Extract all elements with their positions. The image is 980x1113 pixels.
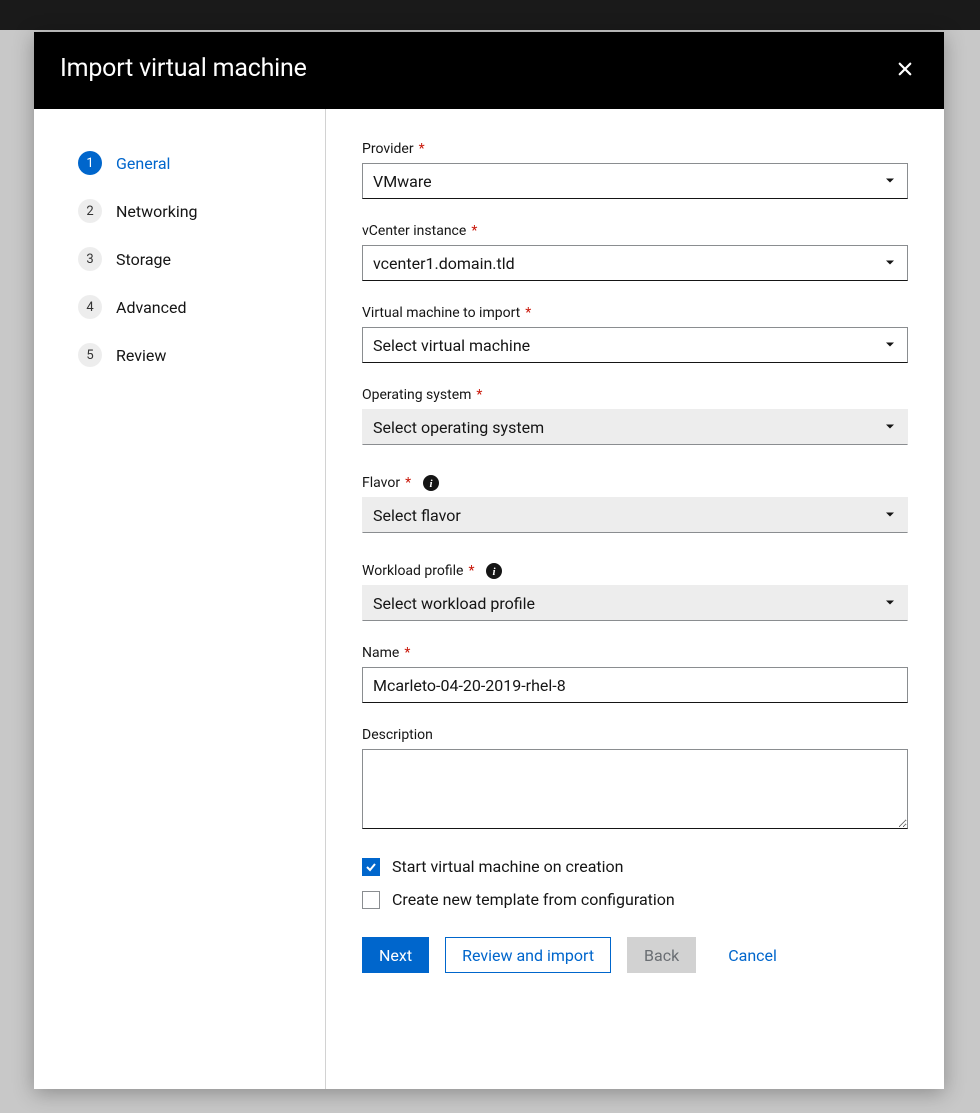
close-button[interactable] xyxy=(892,56,918,82)
field-name: Name * xyxy=(362,645,908,703)
wizard-footer: Next Review and import Back Cancel xyxy=(362,937,908,973)
label-text: Workload profile xyxy=(362,563,463,579)
step-number: 3 xyxy=(78,247,102,271)
label-text: Description xyxy=(362,727,433,743)
checkbox-create-template[interactable] xyxy=(362,891,380,909)
required-asterisk: * xyxy=(476,387,482,403)
checkbox-create-template-label: Create new template from configuration xyxy=(392,890,675,909)
field-vm: Virtual machine to import * Select virtu… xyxy=(362,305,908,363)
label-provider: Provider * xyxy=(362,141,908,157)
modal-title: Import virtual machine xyxy=(60,54,307,83)
cancel-button[interactable]: Cancel xyxy=(712,937,793,973)
modal-header: Import virtual machine xyxy=(34,32,944,109)
select-value: Select workload profile xyxy=(373,594,535,613)
wizard-sidebar: 1 General 2 Networking 3 Storage 4 Advan… xyxy=(34,109,326,1089)
label-text: Flavor xyxy=(362,475,400,491)
label-text: Operating system xyxy=(362,387,471,403)
step-general[interactable]: 1 General xyxy=(78,143,305,183)
check-icon xyxy=(365,861,377,873)
label-os: Operating system * xyxy=(362,387,908,403)
select-value: vcenter1.domain.tld xyxy=(373,254,515,273)
select-value: Select flavor xyxy=(373,506,461,525)
step-label: Networking xyxy=(116,202,198,221)
select-provider[interactable]: VMware xyxy=(362,163,908,199)
step-label: Storage xyxy=(116,250,171,269)
step-number: 2 xyxy=(78,199,102,223)
label-text: Provider xyxy=(362,141,414,157)
step-review[interactable]: 5 Review xyxy=(78,335,305,375)
step-label: Advanced xyxy=(116,298,187,317)
name-input[interactable] xyxy=(362,667,908,703)
next-button[interactable]: Next xyxy=(362,937,429,973)
checkbox-start-vm-row: Start virtual machine on creation xyxy=(362,857,908,876)
info-icon[interactable]: i xyxy=(486,563,502,579)
label-text: vCenter instance xyxy=(362,223,466,239)
step-networking[interactable]: 2 Networking xyxy=(78,191,305,231)
step-label: Review xyxy=(116,346,166,365)
step-number: 5 xyxy=(78,343,102,367)
checkbox-start-vm-label: Start virtual machine on creation xyxy=(392,857,623,876)
checkbox-create-template-row: Create new template from configuration xyxy=(362,890,908,909)
select-vm[interactable]: Select virtual machine xyxy=(362,327,908,363)
field-os: Operating system * Select operating syst… xyxy=(362,387,908,445)
step-number: 4 xyxy=(78,295,102,319)
field-vcenter: vCenter instance * vcenter1.domain.tld xyxy=(362,223,908,281)
checkbox-start-vm[interactable] xyxy=(362,858,380,876)
form-content: Provider * VMware vCenter instance * xyxy=(326,109,944,1089)
select-value: VMware xyxy=(373,172,432,191)
step-number: 1 xyxy=(78,151,102,175)
label-vcenter: vCenter instance * xyxy=(362,223,908,239)
label-name: Name * xyxy=(362,645,908,661)
back-button: Back xyxy=(627,937,696,973)
select-flavor[interactable]: Select flavor xyxy=(362,497,908,533)
required-asterisk: * xyxy=(419,141,425,157)
required-asterisk: * xyxy=(471,223,477,239)
field-flavor: Flavor * i Select flavor xyxy=(362,475,908,533)
label-text: Virtual machine to import xyxy=(362,305,520,321)
select-value: Select operating system xyxy=(373,418,544,437)
step-label: General xyxy=(116,154,170,173)
step-advanced[interactable]: 4 Advanced xyxy=(78,287,305,327)
close-icon xyxy=(896,60,914,78)
review-and-import-button[interactable]: Review and import xyxy=(445,937,611,973)
field-description: Description xyxy=(362,727,908,833)
field-provider: Provider * VMware xyxy=(362,141,908,199)
label-text: Name xyxy=(362,645,399,661)
select-workload[interactable]: Select workload profile xyxy=(362,585,908,621)
step-storage[interactable]: 3 Storage xyxy=(78,239,305,279)
required-asterisk: * xyxy=(404,645,410,661)
required-asterisk: * xyxy=(468,563,474,579)
field-workload: Workload profile * i Select workload pro… xyxy=(362,563,908,621)
required-asterisk: * xyxy=(525,305,531,321)
required-asterisk: * xyxy=(405,475,411,491)
info-icon[interactable]: i xyxy=(423,475,439,491)
modal-body: 1 General 2 Networking 3 Storage 4 Advan… xyxy=(34,109,944,1089)
select-os[interactable]: Select operating system xyxy=(362,409,908,445)
select-vcenter[interactable]: vcenter1.domain.tld xyxy=(362,245,908,281)
import-vm-modal: Import virtual machine 1 General 2 Netwo… xyxy=(34,32,944,1089)
label-description: Description xyxy=(362,727,908,743)
description-textarea[interactable] xyxy=(362,749,908,829)
label-flavor: Flavor * i xyxy=(362,475,908,491)
select-value: Select virtual machine xyxy=(373,336,530,355)
label-vm: Virtual machine to import * xyxy=(362,305,908,321)
label-workload: Workload profile * i xyxy=(362,563,908,579)
